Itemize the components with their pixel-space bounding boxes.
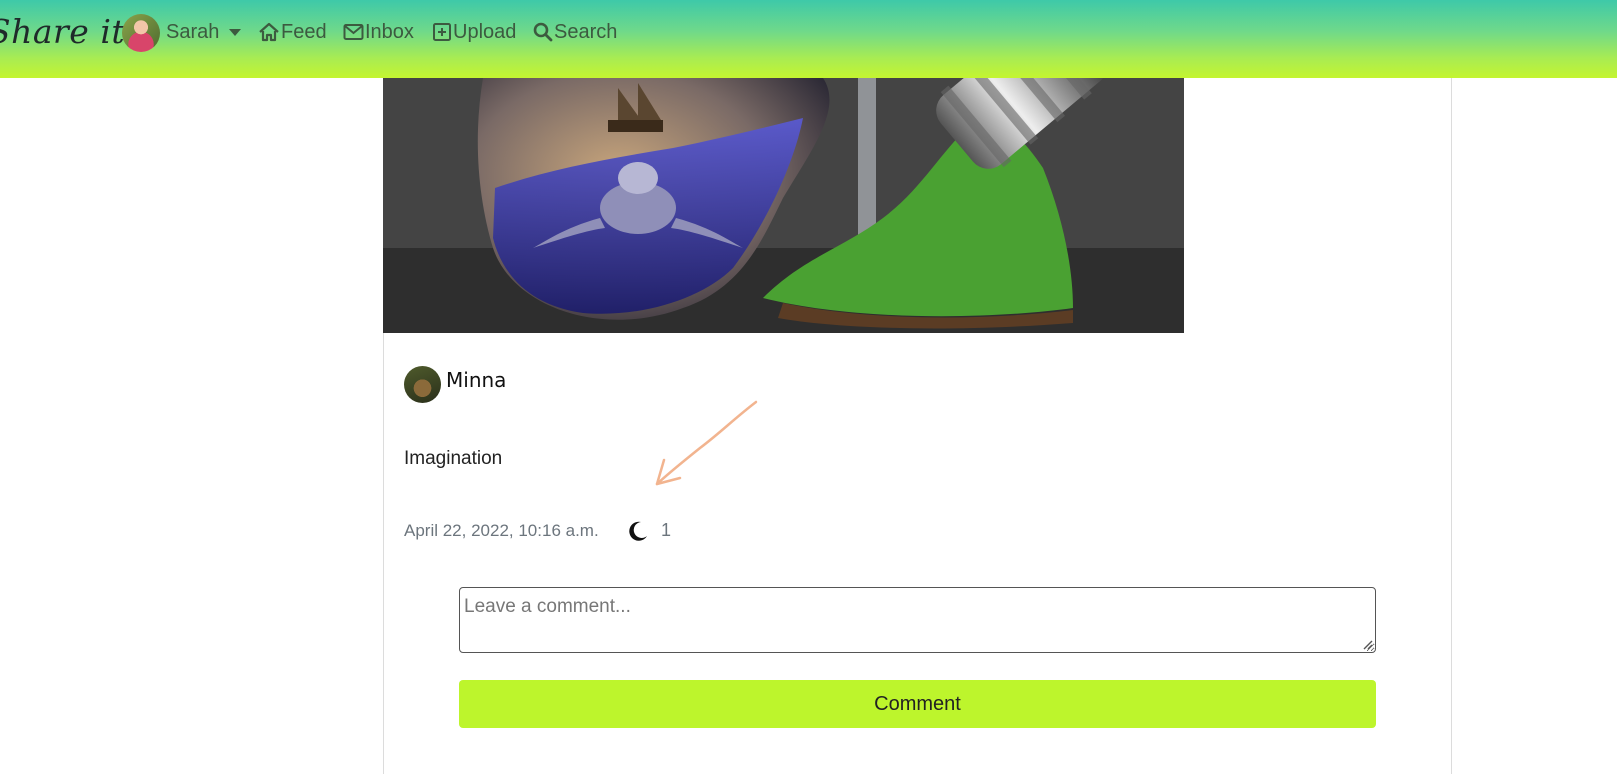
post-image[interactable] bbox=[383, 78, 1184, 333]
brand-logo[interactable]: Share it bbox=[0, 12, 125, 51]
envelope-icon bbox=[343, 24, 364, 40]
nav-inbox-label: Inbox bbox=[365, 20, 414, 43]
nav-search-link[interactable]: Search bbox=[533, 17, 617, 47]
user-avatar[interactable] bbox=[122, 14, 160, 52]
nav-upload-label: Upload bbox=[453, 20, 517, 43]
user-menu-dropdown[interactable]: Sarah bbox=[166, 17, 242, 47]
nav-inbox-link[interactable]: Inbox bbox=[343, 17, 414, 47]
search-icon bbox=[533, 22, 553, 42]
top-navbar: Share it Sarah Feed Inbox Upload Search bbox=[0, 0, 1617, 78]
nav-feed-link[interactable]: Feed bbox=[258, 17, 327, 47]
nav-upload-link[interactable]: Upload bbox=[432, 17, 516, 47]
home-icon bbox=[259, 22, 279, 42]
resize-grip-icon[interactable] bbox=[1363, 640, 1373, 650]
comment-input[interactable] bbox=[459, 587, 1376, 653]
like-button[interactable] bbox=[626, 519, 650, 543]
crescent-moon-icon bbox=[629, 521, 647, 541]
post-image-art bbox=[383, 78, 1184, 333]
like-count: 1 bbox=[661, 520, 672, 540]
author-avatar[interactable] bbox=[404, 366, 441, 403]
arrow-annotation-icon bbox=[655, 400, 758, 486]
comment-button[interactable]: Comment bbox=[459, 680, 1376, 728]
post-timestamp: April 22, 2022, 10:16 a.m. bbox=[404, 521, 599, 540]
chevron-down-icon bbox=[229, 28, 242, 36]
nav-search-label: Search bbox=[554, 20, 618, 43]
user-name-label: Sarah bbox=[166, 20, 220, 43]
plus-square-icon bbox=[433, 23, 451, 41]
post-caption: Imagination bbox=[404, 448, 503, 469]
author-name[interactable]: Minna bbox=[446, 368, 506, 392]
nav-feed-label: Feed bbox=[281, 20, 327, 43]
